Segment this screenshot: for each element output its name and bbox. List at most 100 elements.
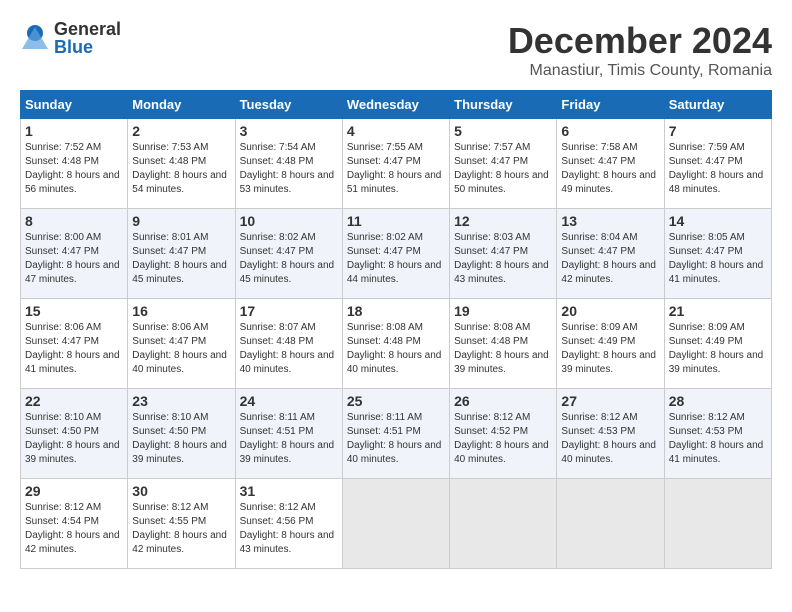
day-number: 20 (561, 303, 659, 319)
calendar-week-row: 15 Sunrise: 8:06 AMSunset: 4:47 PMDaylig… (21, 299, 772, 389)
day-number: 11 (347, 213, 445, 229)
calendar-cell (342, 479, 449, 569)
logo-blue: Blue (54, 38, 121, 56)
title-area: December 2024 Manastiur, Timis County, R… (508, 20, 772, 80)
calendar-cell: 26 Sunrise: 8:12 AMSunset: 4:52 PMDaylig… (450, 389, 557, 479)
location-title: Manastiur, Timis County, Romania (508, 62, 772, 80)
day-number: 5 (454, 123, 552, 139)
day-info: Sunrise: 8:09 AMSunset: 4:49 PMDaylight:… (561, 322, 656, 375)
day-number: 17 (240, 303, 338, 319)
day-number: 12 (454, 213, 552, 229)
calendar-cell: 22 Sunrise: 8:10 AMSunset: 4:50 PMDaylig… (21, 389, 128, 479)
day-number: 22 (25, 393, 123, 409)
day-info: Sunrise: 8:02 AMSunset: 4:47 PMDaylight:… (347, 232, 442, 285)
day-info: Sunrise: 8:08 AMSunset: 4:48 PMDaylight:… (454, 322, 549, 375)
header: General Blue December 2024 Manastiur, Ti… (20, 20, 772, 80)
day-info: Sunrise: 8:11 AMSunset: 4:51 PMDaylight:… (347, 412, 442, 465)
calendar-cell: 8 Sunrise: 8:00 AMSunset: 4:47 PMDayligh… (21, 209, 128, 299)
day-number: 15 (25, 303, 123, 319)
day-number: 25 (347, 393, 445, 409)
calendar-cell: 9 Sunrise: 8:01 AMSunset: 4:47 PMDayligh… (128, 209, 235, 299)
calendar-cell: 12 Sunrise: 8:03 AMSunset: 4:47 PMDaylig… (450, 209, 557, 299)
calendar-week-row: 8 Sunrise: 8:00 AMSunset: 4:47 PMDayligh… (21, 209, 772, 299)
day-info: Sunrise: 8:12 AMSunset: 4:54 PMDaylight:… (25, 502, 120, 555)
calendar-cell: 4 Sunrise: 7:55 AMSunset: 4:47 PMDayligh… (342, 119, 449, 209)
day-number: 28 (669, 393, 767, 409)
day-number: 24 (240, 393, 338, 409)
weekday-header-friday: Friday (557, 91, 664, 119)
day-number: 23 (132, 393, 230, 409)
day-info: Sunrise: 8:02 AMSunset: 4:47 PMDaylight:… (240, 232, 335, 285)
calendar-cell (557, 479, 664, 569)
weekday-header-tuesday: Tuesday (235, 91, 342, 119)
calendar-cell: 31 Sunrise: 8:12 AMSunset: 4:56 PMDaylig… (235, 479, 342, 569)
calendar-cell: 2 Sunrise: 7:53 AMSunset: 4:48 PMDayligh… (128, 119, 235, 209)
weekday-header-thursday: Thursday (450, 91, 557, 119)
calendar-cell: 17 Sunrise: 8:07 AMSunset: 4:48 PMDaylig… (235, 299, 342, 389)
day-info: Sunrise: 8:01 AMSunset: 4:47 PMDaylight:… (132, 232, 227, 285)
day-info: Sunrise: 7:55 AMSunset: 4:47 PMDaylight:… (347, 142, 442, 195)
weekday-header-wednesday: Wednesday (342, 91, 449, 119)
day-info: Sunrise: 8:05 AMSunset: 4:47 PMDaylight:… (669, 232, 764, 285)
day-info: Sunrise: 7:57 AMSunset: 4:47 PMDaylight:… (454, 142, 549, 195)
day-number: 8 (25, 213, 123, 229)
calendar-cell: 15 Sunrise: 8:06 AMSunset: 4:47 PMDaylig… (21, 299, 128, 389)
calendar-cell (450, 479, 557, 569)
logo-icon (20, 23, 50, 53)
calendar-cell: 29 Sunrise: 8:12 AMSunset: 4:54 PMDaylig… (21, 479, 128, 569)
day-info: Sunrise: 8:09 AMSunset: 4:49 PMDaylight:… (669, 322, 764, 375)
day-info: Sunrise: 8:08 AMSunset: 4:48 PMDaylight:… (347, 322, 442, 375)
day-number: 16 (132, 303, 230, 319)
calendar-cell: 1 Sunrise: 7:52 AMSunset: 4:48 PMDayligh… (21, 119, 128, 209)
calendar-cell: 27 Sunrise: 8:12 AMSunset: 4:53 PMDaylig… (557, 389, 664, 479)
calendar-cell: 10 Sunrise: 8:02 AMSunset: 4:47 PMDaylig… (235, 209, 342, 299)
day-number: 14 (669, 213, 767, 229)
calendar-cell: 24 Sunrise: 8:11 AMSunset: 4:51 PMDaylig… (235, 389, 342, 479)
calendar-table: SundayMondayTuesdayWednesdayThursdayFrid… (20, 90, 772, 569)
calendar-cell: 23 Sunrise: 8:10 AMSunset: 4:50 PMDaylig… (128, 389, 235, 479)
calendar-cell: 19 Sunrise: 8:08 AMSunset: 4:48 PMDaylig… (450, 299, 557, 389)
day-info: Sunrise: 8:00 AMSunset: 4:47 PMDaylight:… (25, 232, 120, 285)
day-info: Sunrise: 7:54 AMSunset: 4:48 PMDaylight:… (240, 142, 335, 195)
day-number: 31 (240, 483, 338, 499)
day-number: 1 (25, 123, 123, 139)
day-number: 6 (561, 123, 659, 139)
weekday-header-saturday: Saturday (664, 91, 771, 119)
calendar-cell: 28 Sunrise: 8:12 AMSunset: 4:53 PMDaylig… (664, 389, 771, 479)
calendar-cell: 13 Sunrise: 8:04 AMSunset: 4:47 PMDaylig… (557, 209, 664, 299)
day-info: Sunrise: 8:11 AMSunset: 4:51 PMDaylight:… (240, 412, 335, 465)
month-title: December 2024 (508, 20, 772, 62)
logo-general: General (54, 20, 121, 38)
day-info: Sunrise: 7:52 AMSunset: 4:48 PMDaylight:… (25, 142, 120, 195)
day-number: 2 (132, 123, 230, 139)
day-info: Sunrise: 8:10 AMSunset: 4:50 PMDaylight:… (25, 412, 120, 465)
day-info: Sunrise: 8:07 AMSunset: 4:48 PMDaylight:… (240, 322, 335, 375)
day-number: 3 (240, 123, 338, 139)
calendar-cell: 30 Sunrise: 8:12 AMSunset: 4:55 PMDaylig… (128, 479, 235, 569)
calendar-week-row: 22 Sunrise: 8:10 AMSunset: 4:50 PMDaylig… (21, 389, 772, 479)
weekday-header-sunday: Sunday (21, 91, 128, 119)
calendar-cell: 16 Sunrise: 8:06 AMSunset: 4:47 PMDaylig… (128, 299, 235, 389)
day-number: 30 (132, 483, 230, 499)
day-info: Sunrise: 7:58 AMSunset: 4:47 PMDaylight:… (561, 142, 656, 195)
day-info: Sunrise: 8:03 AMSunset: 4:47 PMDaylight:… (454, 232, 549, 285)
calendar-cell (664, 479, 771, 569)
day-info: Sunrise: 8:12 AMSunset: 4:56 PMDaylight:… (240, 502, 335, 555)
weekday-header-monday: Monday (128, 91, 235, 119)
calendar-cell: 14 Sunrise: 8:05 AMSunset: 4:47 PMDaylig… (664, 209, 771, 299)
calendar-cell: 11 Sunrise: 8:02 AMSunset: 4:47 PMDaylig… (342, 209, 449, 299)
day-info: Sunrise: 8:04 AMSunset: 4:47 PMDaylight:… (561, 232, 656, 285)
day-number: 9 (132, 213, 230, 229)
day-number: 27 (561, 393, 659, 409)
day-info: Sunrise: 8:12 AMSunset: 4:52 PMDaylight:… (454, 412, 549, 465)
day-number: 19 (454, 303, 552, 319)
day-info: Sunrise: 8:12 AMSunset: 4:53 PMDaylight:… (561, 412, 656, 465)
logo: General Blue (20, 20, 121, 56)
day-info: Sunrise: 8:12 AMSunset: 4:55 PMDaylight:… (132, 502, 227, 555)
day-number: 26 (454, 393, 552, 409)
day-number: 29 (25, 483, 123, 499)
calendar-cell: 3 Sunrise: 7:54 AMSunset: 4:48 PMDayligh… (235, 119, 342, 209)
calendar-cell: 6 Sunrise: 7:58 AMSunset: 4:47 PMDayligh… (557, 119, 664, 209)
day-number: 7 (669, 123, 767, 139)
calendar-week-row: 29 Sunrise: 8:12 AMSunset: 4:54 PMDaylig… (21, 479, 772, 569)
